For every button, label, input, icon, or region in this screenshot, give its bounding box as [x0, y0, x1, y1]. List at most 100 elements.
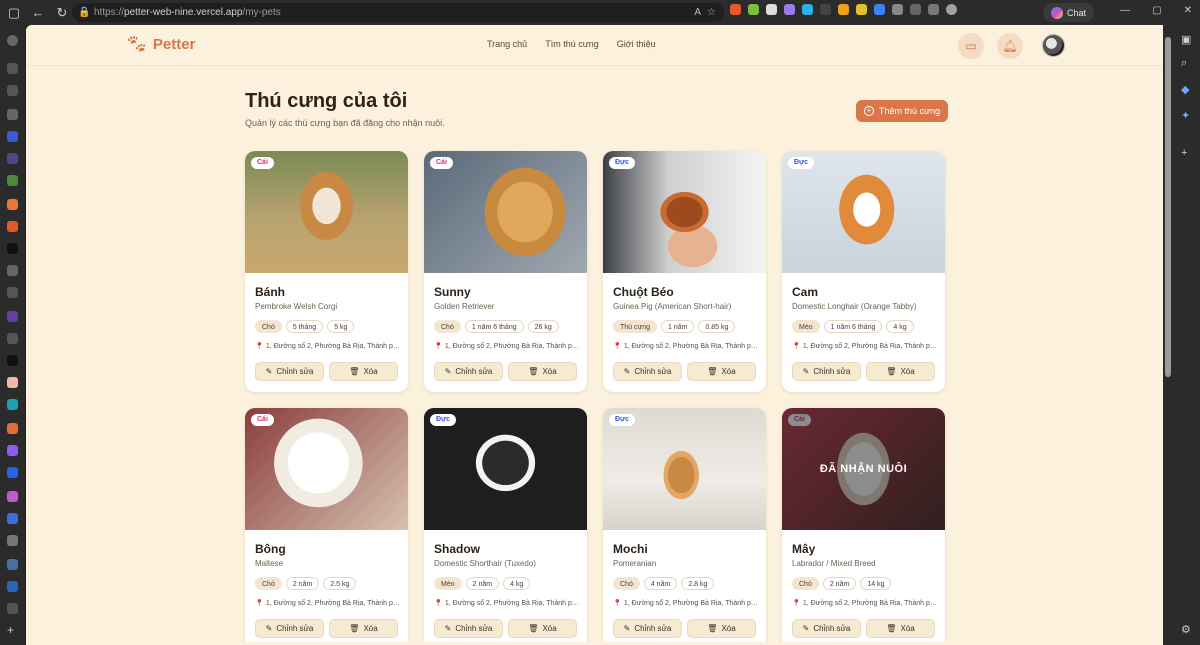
- messages-button[interactable]: ▭: [958, 33, 984, 59]
- edit-button[interactable]: ✎ Chỉnh sửa: [255, 619, 324, 638]
- copilot-chat-button[interactable]: Chat: [1043, 3, 1095, 22]
- tab-icon[interactable]: [7, 559, 18, 570]
- shield-icon[interactable]: [928, 4, 939, 15]
- delete-button[interactable]: 🗑︎ Xóa: [687, 362, 756, 381]
- tab-icon[interactable]: [7, 535, 18, 546]
- edit-button[interactable]: ✎ Chỉnh sửa: [255, 362, 324, 381]
- pet-photo[interactable]: [603, 408, 766, 530]
- delete-button[interactable]: 🗑︎ Xóa: [866, 362, 935, 381]
- delete-button[interactable]: 🗑︎ Xóa: [508, 362, 577, 381]
- tab-icon[interactable]: [7, 199, 18, 210]
- nav-home[interactable]: Trang chủ: [487, 39, 527, 49]
- edit-button[interactable]: ✎ Chỉnh sửa: [434, 619, 503, 638]
- add-pet-button[interactable]: + Thêm thú cưng: [856, 100, 949, 122]
- pet-card[interactable]: Cái Bông Maltese Chó 2 năm 2.5 kg 📍︎ 1, …: [245, 408, 408, 645]
- extension-icon[interactable]: [766, 4, 777, 15]
- pet-card[interactable]: Đực Shadow Domestic Shorthair (Tuxedo) M…: [424, 408, 587, 645]
- pet-card[interactable]: Cái Sunny Golden Retriever Chó 1 năm 6 t…: [424, 151, 587, 392]
- tab-icon[interactable]: [7, 243, 18, 254]
- tag-icon[interactable]: ◆: [1181, 83, 1189, 96]
- user-avatar[interactable]: [1042, 34, 1065, 57]
- extension-icon[interactable]: [874, 4, 885, 15]
- tab-icon[interactable]: [7, 265, 18, 276]
- tab-icon[interactable]: [7, 311, 18, 322]
- tab-icon[interactable]: [7, 153, 18, 164]
- edit-button[interactable]: ✎ Chỉnh sửa: [792, 619, 861, 638]
- sparkle-icon[interactable]: ✦: [1181, 109, 1190, 122]
- tab-icon[interactable]: [7, 85, 18, 96]
- profile-avatar-icon[interactable]: [946, 4, 957, 15]
- close-icon[interactable]: ✕: [1184, 5, 1192, 16]
- maximize-icon[interactable]: ▢: [1152, 5, 1161, 16]
- pet-card[interactable]: Đực Mochi Pomeranian Chó 4 năm 2.8 kg 📍︎…: [603, 408, 766, 645]
- tab-icon[interactable]: [7, 221, 18, 232]
- tab-icon[interactable]: [7, 603, 18, 614]
- pet-photo[interactable]: [424, 408, 587, 530]
- nav-about[interactable]: Giới thiệu: [617, 39, 656, 49]
- tab-icon[interactable]: [7, 287, 18, 298]
- nav-find-pets[interactable]: Tìm thú cưng: [545, 39, 599, 49]
- page-scrollbar[interactable]: [1163, 25, 1173, 645]
- extension-icon[interactable]: [748, 4, 759, 15]
- tab-icon[interactable]: [7, 131, 18, 142]
- tab-icon[interactable]: [7, 175, 18, 186]
- map-pin-icon: 📍︎: [613, 600, 622, 607]
- minimize-icon[interactable]: —: [1120, 5, 1130, 16]
- tab-icon[interactable]: [7, 581, 18, 592]
- sidebar-toggle-icon[interactable]: ▢: [4, 3, 24, 23]
- tab-icon[interactable]: [7, 445, 18, 456]
- delete-button[interactable]: 🗑︎ Xóa: [329, 362, 398, 381]
- delete-button[interactable]: 🗑︎ Xóa: [687, 619, 756, 638]
- pet-photo[interactable]: [782, 151, 945, 273]
- delete-button[interactable]: 🗑︎ Xóa: [508, 619, 577, 638]
- tab-icon[interactable]: [7, 109, 18, 120]
- gear-icon[interactable]: ⚙: [1181, 623, 1191, 636]
- pet-photo[interactable]: [424, 151, 587, 273]
- pet-card[interactable]: Đực Chuột Béo Guinea Pig (American Short…: [603, 151, 766, 392]
- notifications-button[interactable]: 🔔︎: [997, 33, 1023, 59]
- add-icon[interactable]: +: [1181, 147, 1187, 159]
- extension-icon[interactable]: [892, 4, 903, 15]
- reload-icon[interactable]: ↻: [52, 3, 72, 23]
- tab-icon[interactable]: [7, 423, 18, 434]
- sidebar-app-icon[interactable]: ▣: [1181, 33, 1191, 46]
- pet-card[interactable]: Đực Cam Domestic Longhair (Orange Tabby)…: [782, 151, 945, 392]
- edit-button[interactable]: ✎ Chỉnh sửa: [613, 362, 682, 381]
- favorite-star-icon[interactable]: ☆: [707, 7, 716, 18]
- extension-icon[interactable]: [784, 4, 795, 15]
- tab-icon[interactable]: [7, 63, 18, 74]
- extension-icon[interactable]: [802, 4, 813, 15]
- address-bar[interactable]: 🔒 https://petter-web-nine.vercel.app/my-…: [72, 3, 724, 22]
- new-tab-icon[interactable]: +: [7, 624, 18, 636]
- edit-button[interactable]: ✎ Chỉnh sửa: [613, 619, 682, 638]
- edit-button[interactable]: ✎ Chỉnh sửa: [792, 362, 861, 381]
- extension-icon[interactable]: [820, 4, 831, 15]
- pet-photo[interactable]: [603, 151, 766, 273]
- tab-icon[interactable]: [7, 355, 18, 366]
- extension-icon[interactable]: [856, 4, 867, 15]
- trash-icon: 🗑︎: [707, 624, 718, 633]
- tab-icon[interactable]: [7, 377, 18, 388]
- delete-button[interactable]: 🗑︎ Xóa: [329, 619, 398, 638]
- back-icon[interactable]: ←: [28, 3, 48, 23]
- tab-icon[interactable]: [7, 491, 18, 502]
- history-icon[interactable]: [910, 4, 921, 15]
- delete-button[interactable]: 🗑︎ Xóa: [866, 619, 935, 638]
- tab-icon[interactable]: [7, 467, 18, 478]
- tab-icon[interactable]: [7, 333, 18, 344]
- scrollbar-thumb[interactable]: [1165, 37, 1171, 377]
- brand-logo[interactable]: 🐾︎ Petter: [125, 35, 195, 53]
- edit-button[interactable]: ✎ Chỉnh sửa: [434, 362, 503, 381]
- pet-card[interactable]: Cái ĐÃ NHẬN NUÔI Mây Labrador / Mixed Br…: [782, 408, 945, 645]
- tab-icon[interactable]: [7, 513, 18, 524]
- read-aloud-icon[interactable]: A: [694, 7, 701, 18]
- pet-card[interactable]: Cái Bánh Pembroke Welsh Corgi Chó 5 thán…: [245, 151, 408, 392]
- extension-icon[interactable]: [730, 4, 741, 15]
- pet-photo[interactable]: [245, 151, 408, 273]
- pet-photo[interactable]: [245, 408, 408, 530]
- tab-icon[interactable]: [7, 399, 18, 410]
- chevron-down-icon[interactable]: [7, 35, 18, 46]
- extension-icon[interactable]: [838, 4, 849, 15]
- pet-name: Mây: [792, 542, 816, 556]
- search-icon[interactable]: ⌕: [1181, 57, 1187, 70]
